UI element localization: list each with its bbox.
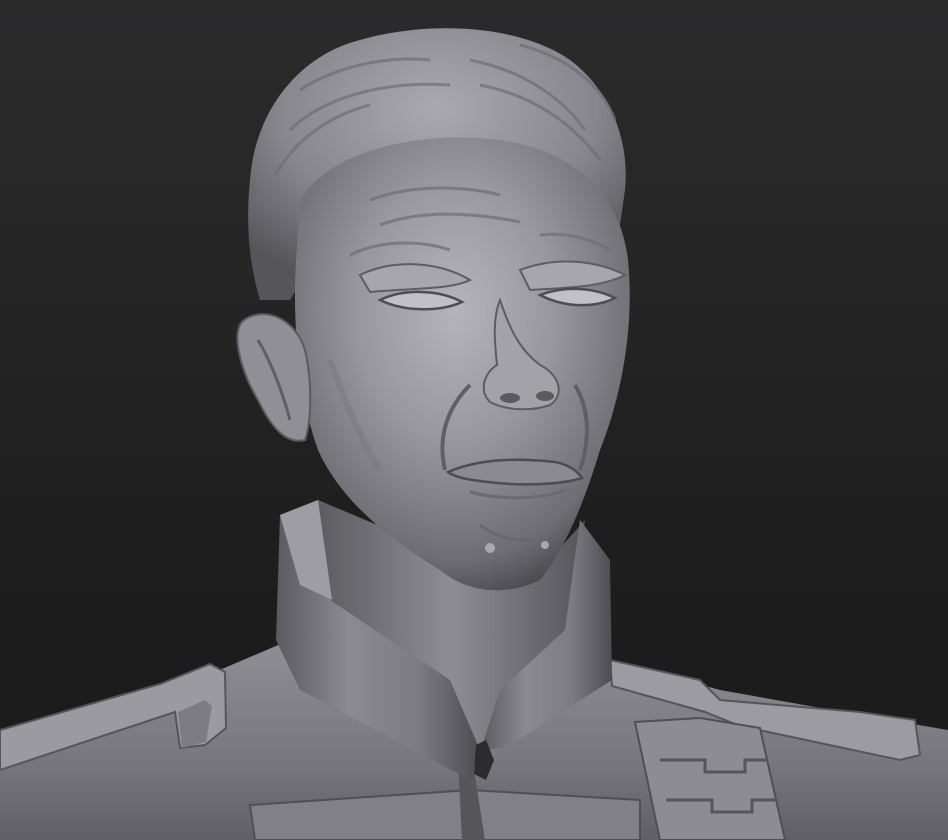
sculpt-render [0, 28, 948, 840]
head [236, 28, 630, 591]
sculpt-viewport[interactable] [0, 0, 948, 840]
chest-tab [633, 716, 787, 840]
